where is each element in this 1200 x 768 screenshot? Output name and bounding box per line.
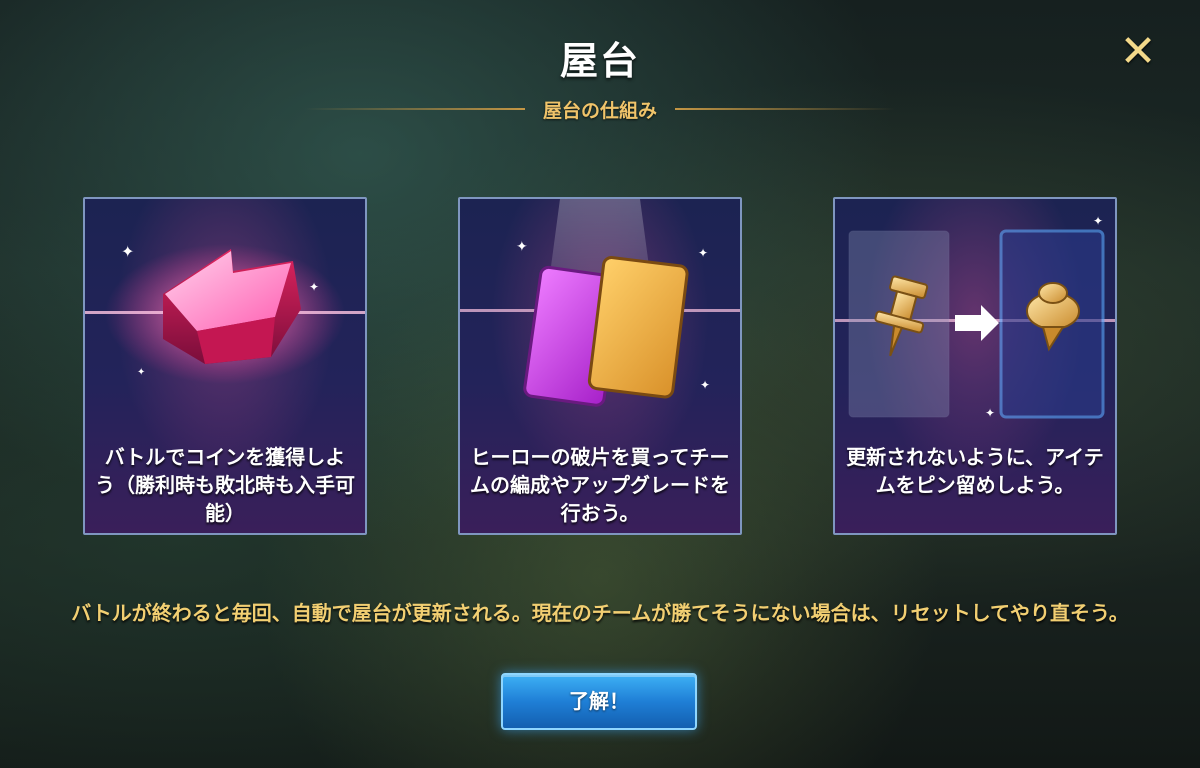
- close-icon[interactable]: ✕: [1118, 30, 1158, 74]
- card-text-coins: バトルでコインを獲得しよう（勝利時も敗北時も入手可能）: [95, 445, 355, 525]
- info-card-coins: ✦ ✦ ✦ バトルでコインを獲得しよう（勝利時も敗北時も入手可能）: [83, 197, 367, 535]
- info-card-shards: ✦ ✦ ✦ ヒーローの破片を買ってチームの編成やアップグレードを行おう。: [458, 197, 742, 535]
- svg-text:✦: ✦: [700, 378, 710, 392]
- subtitle-row: 屋台の仕組み: [0, 94, 1200, 124]
- page-title: 屋台: [559, 39, 640, 83]
- subtitle: 屋台の仕組み: [542, 99, 657, 122]
- ok-button[interactable]: 了解！: [501, 673, 697, 730]
- info-card-pin: ✦ ✦ 更新されないように、アイテムをピン留めしよう。: [833, 197, 1117, 535]
- explanation-text: バトルが終わると毎回、自動で屋台が更新される。現在のチームが勝てそうにない場合は…: [71, 601, 1129, 625]
- pin-item-icon: ✦ ✦: [835, 214, 1115, 420]
- card-text-shards: ヒーローの破片を買ってチームの編成やアップグレードを行おう。: [470, 445, 730, 525]
- svg-text:✦: ✦: [121, 242, 134, 261]
- subtitle-divider-right: [675, 108, 895, 110]
- subtitle-divider-left: [304, 108, 525, 110]
- svg-text:✦: ✦: [985, 406, 995, 420]
- pink-gem-icon: ✦ ✦ ✦: [85, 242, 365, 384]
- hero-shard-cards-icon: ✦ ✦ ✦: [460, 199, 740, 407]
- card-text-pin: 更新されないように、アイテムをピン留めしよう。: [846, 445, 1104, 497]
- svg-text:✦: ✦: [698, 246, 708, 260]
- svg-text:✦: ✦: [516, 239, 528, 255]
- svg-text:✦: ✦: [309, 280, 319, 294]
- svg-text:✦: ✦: [137, 367, 145, 378]
- svg-text:✦: ✦: [1093, 214, 1103, 228]
